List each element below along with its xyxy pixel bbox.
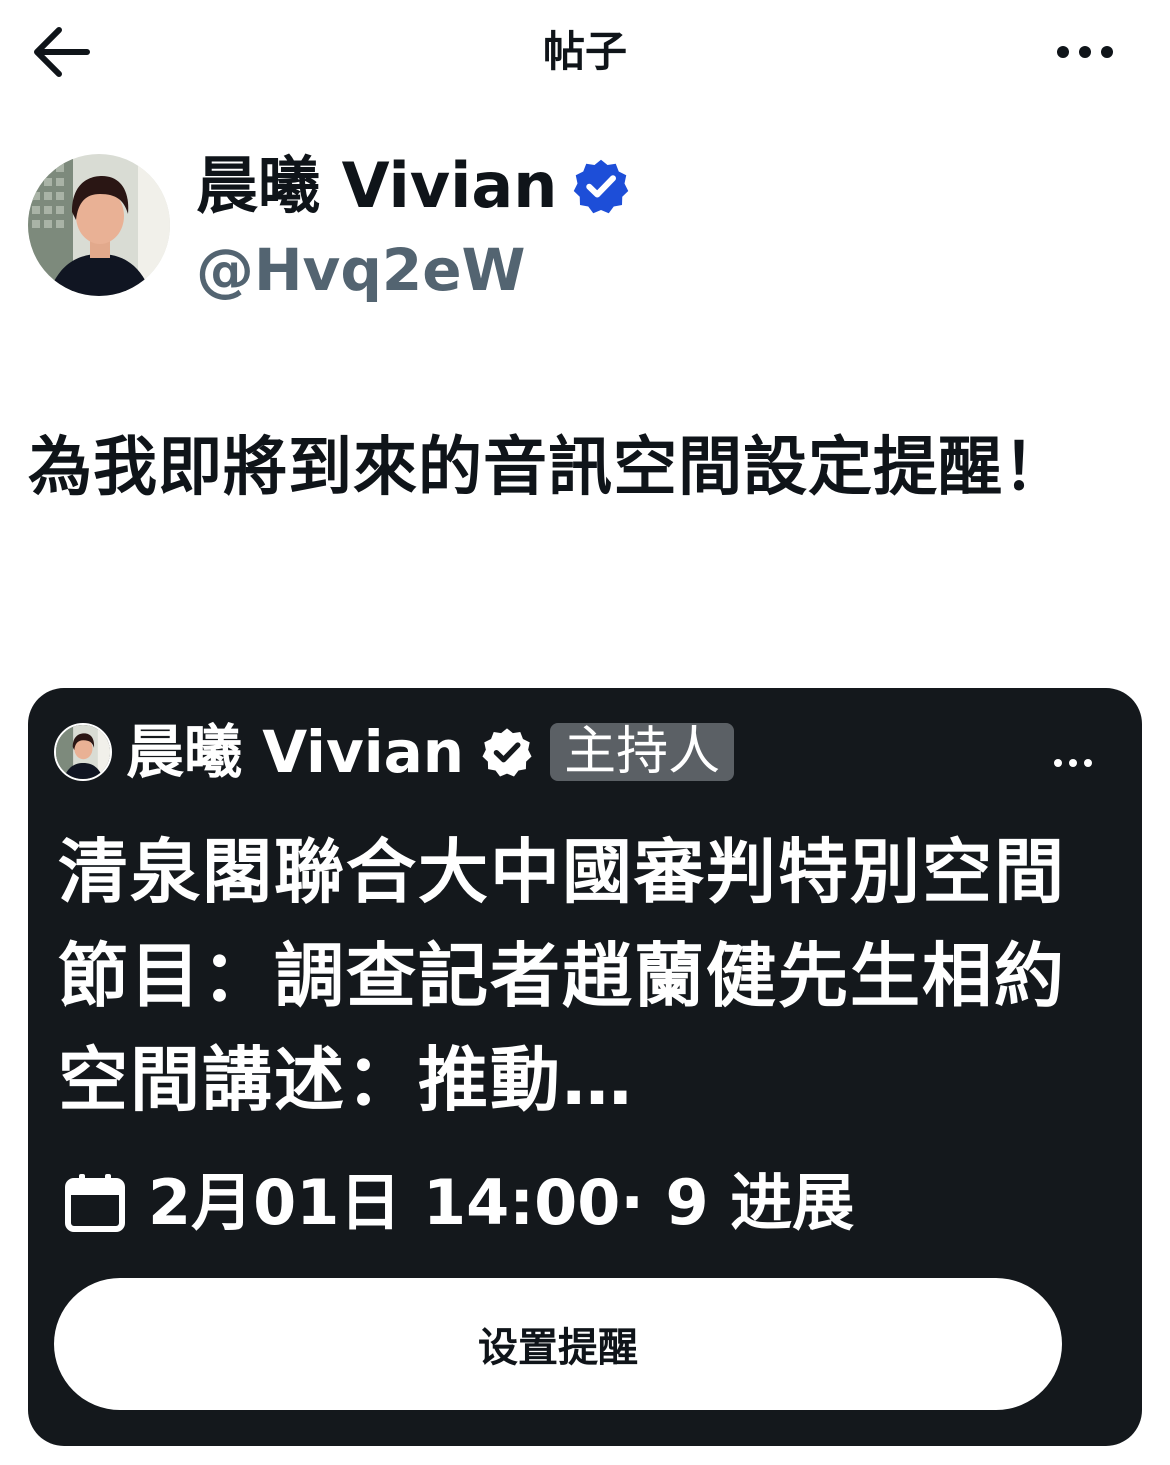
avatar[interactable] xyxy=(28,154,170,296)
space-schedule: 2月01日 14:00· 9 进展 xyxy=(64,1163,854,1243)
top-bar: 帖子 xyxy=(0,0,1170,110)
avatar-photo xyxy=(28,154,170,296)
post-author: 晨曦 Vivian @Hvq2eW xyxy=(28,150,1128,320)
space-more-button[interactable] xyxy=(1048,748,1098,778)
host-avatar xyxy=(54,723,112,781)
calendar-icon xyxy=(65,1174,125,1232)
space-host-row: 晨曦 Vivian 主持人 xyxy=(54,718,735,786)
post-text: 為我即將到來的音訊空間設定提醒！ xyxy=(28,431,1068,505)
page-title: 帖子 xyxy=(542,27,627,76)
ellipsis-icon xyxy=(1054,759,1092,767)
host-name: 晨曦 Vivian xyxy=(126,718,465,786)
verified-badge-icon xyxy=(571,156,631,216)
author-handle[interactable]: @Hvq2eW xyxy=(196,234,526,306)
set-reminder-button[interactable]: 设置提醒 xyxy=(54,1278,1062,1410)
space-card[interactable]: 晨曦 Vivian 主持人 清泉閣聯合大中國審判特別空間節目：調查記者趙蘭健先生… xyxy=(28,688,1142,1446)
author-name-text: 晨曦 Vivian xyxy=(196,149,558,222)
schedule-text: 2月01日 14:00· 9 进展 xyxy=(148,1166,855,1239)
more-options-button[interactable] xyxy=(1050,22,1120,82)
ellipsis-icon xyxy=(1057,46,1113,58)
author-name[interactable]: 晨曦 Vivian xyxy=(196,150,631,222)
verified-badge-icon xyxy=(480,725,534,779)
host-role-badge: 主持人 xyxy=(550,723,735,781)
space-title: 清泉閣聯合大中國審判特別空間節目：調查記者趙蘭健先生相約空間講述：推動… xyxy=(58,831,1066,1121)
